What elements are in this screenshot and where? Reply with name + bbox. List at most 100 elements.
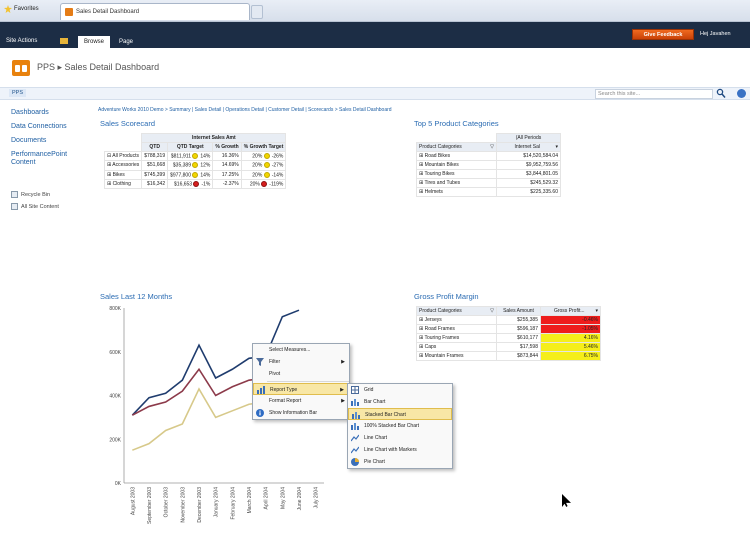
qtd-target-pct: 14% bbox=[200, 171, 211, 178]
gross-profit-value: -0.46% bbox=[540, 315, 601, 325]
browser-tab[interactable]: Sales Detail Dashboard bbox=[60, 3, 250, 20]
table-row[interactable]: ⊞ Accessories $51,668 $35,389 12% 14.69% 20%… bbox=[103, 160, 287, 171]
user-menu[interactable]: Hej Javahen bbox=[700, 31, 731, 37]
grid-chart-icon bbox=[351, 386, 359, 394]
table-row[interactable]: ⊞ Helmets $225,335.60 bbox=[416, 187, 561, 197]
folder-icon[interactable] bbox=[60, 38, 68, 44]
table-row[interactable]: ⊞ Mountain Frames $873,844 6.75% bbox=[416, 351, 601, 361]
sidebar-item-documents[interactable]: Documents bbox=[11, 137, 46, 144]
row-name[interactable]: ⊞ Clothing bbox=[103, 178, 143, 190]
table-row[interactable]: ⊞ Mountain Bikes $9,952,759.56 bbox=[416, 160, 561, 170]
category-name[interactable]: ⊞ Touring Bikes bbox=[416, 169, 497, 179]
context-menu-item[interactable]: Show Information Bar bbox=[253, 407, 349, 419]
tab-page[interactable]: Page bbox=[114, 36, 138, 48]
status-indicator-icon bbox=[192, 171, 199, 178]
growth-value: 17.25% bbox=[212, 169, 242, 181]
report-type-label: Line Chart bbox=[364, 435, 388, 441]
all-site-content-link[interactable]: All Site Content bbox=[11, 203, 59, 210]
sidebar-item-dashboards[interactable]: Dashboards bbox=[11, 109, 49, 116]
growth-value: 14.69% bbox=[212, 160, 242, 171]
table-row[interactable]: ⊞ Jerseys $255,385 -0.46% bbox=[416, 315, 601, 325]
row-name[interactable]: ⊟ All Products bbox=[103, 150, 143, 162]
top5-col-value[interactable]: Internet Sal ▾ bbox=[496, 142, 561, 152]
context-menu-item[interactable]: Pivot bbox=[253, 368, 349, 380]
report-type-item[interactable]: Pie Chart bbox=[348, 456, 452, 468]
gp-col-gross-profit[interactable]: Gross Profit... ▾ bbox=[540, 306, 601, 316]
table-row[interactable]: ⊞ Bikes $745,399 $977,800 14% 17.25% 20% -14… bbox=[103, 169, 287, 181]
info-icon bbox=[256, 409, 264, 417]
tab-browse[interactable]: Browse bbox=[78, 36, 110, 48]
report-type-item[interactable]: Line Chart with Markers bbox=[348, 444, 452, 456]
sidebar-item-data-connections[interactable]: Data Connections bbox=[11, 123, 67, 130]
top5-body: ⊞ Road Bikes $14,520,584.04 ⊞ Mountain Bik… bbox=[416, 151, 561, 197]
category-name[interactable]: ⊞ Jerseys bbox=[416, 315, 497, 325]
new-tab-button[interactable] bbox=[251, 5, 263, 19]
top5-col-value-label: Internet Sal bbox=[514, 144, 541, 150]
table-row[interactable]: ⊞ Tires and Tubes $245,529.32 bbox=[416, 178, 561, 188]
site-actions-menu[interactable]: Site Actions bbox=[6, 38, 37, 44]
report-type-item[interactable]: Bar Chart bbox=[348, 396, 452, 408]
recycle-bin-label: Recycle Bin bbox=[21, 191, 51, 198]
gross-profit-value: -1.05% bbox=[540, 324, 601, 334]
table-row[interactable]: ⊟ All Products $788,319 $811,911 14% 16.36%… bbox=[103, 150, 287, 162]
gp-col-category[interactable]: Product Categories ▽ bbox=[416, 306, 497, 316]
sort-arrow-icon[interactable]: ▾ bbox=[595, 308, 598, 314]
table-row[interactable]: ⊞ Touring Frames $610,177 4.16% bbox=[416, 333, 601, 343]
row-name[interactable]: ⊞ Accessories bbox=[103, 160, 143, 171]
report-type-item[interactable]: Line Chart bbox=[348, 432, 452, 444]
category-name[interactable]: ⊞ Helmets bbox=[416, 187, 497, 197]
row-name[interactable]: ⊞ Bikes bbox=[103, 169, 143, 181]
series-line[interactable] bbox=[132, 387, 266, 451]
category-name[interactable]: ⊞ Road Frames bbox=[416, 324, 497, 334]
context-menu-item[interactable]: Report Type ▶ bbox=[253, 383, 349, 395]
context-menu-item[interactable]: Filter ▶ bbox=[253, 356, 349, 368]
favorites-button[interactable]: Favorites bbox=[4, 5, 39, 13]
top5-col-category[interactable]: Product Categories ▽ bbox=[416, 142, 497, 152]
report-type-item[interactable]: Grid bbox=[348, 384, 452, 396]
context-menu-item[interactable]: Select Measures... bbox=[253, 344, 349, 356]
help-icon[interactable] bbox=[737, 89, 746, 98]
table-row[interactable]: ⊞ Touring Bikes $3,844,801.05 bbox=[416, 169, 561, 179]
report-type-submenu: Grid Bar Chart Stacked Bar Chart 100% Stack… bbox=[347, 383, 453, 469]
report-type-item[interactable]: Stacked Bar Chart bbox=[348, 408, 452, 420]
give-feedback-button[interactable]: Give Feedback bbox=[632, 29, 694, 40]
search-input[interactable]: Search this site... bbox=[595, 89, 713, 99]
topnav-item-pps[interactable]: PPS bbox=[9, 89, 27, 97]
gross-profit-value: 6.75% bbox=[540, 351, 601, 361]
growth-target-cell: 20% -14% bbox=[240, 169, 287, 181]
qtd-value: $51,668 bbox=[141, 160, 169, 171]
all-site-content-label: All Site Content bbox=[21, 203, 59, 210]
table-row[interactable]: ⊞ Caps $17,598 5.46% bbox=[416, 342, 601, 352]
menu-separator bbox=[267, 381, 349, 382]
filter-funnel-icon[interactable]: ▽ bbox=[490, 144, 494, 150]
chart-icon bbox=[257, 386, 265, 394]
context-menu-item[interactable]: Format Report ▶ bbox=[253, 395, 349, 407]
menu-item-label: Show Information Bar bbox=[269, 410, 318, 416]
filter-funnel-icon[interactable]: ▽ bbox=[490, 308, 494, 314]
table-row[interactable]: ⊞ Road Bikes $14,520,584.04 bbox=[416, 151, 561, 161]
breadcrumb[interactable]: Adventure Works 2010 Demo > Summary | Sa… bbox=[98, 107, 392, 113]
category-name[interactable]: ⊞ Caps bbox=[416, 342, 497, 352]
sidebar-item-performancepoint-content[interactable]: PerformancePoint Content bbox=[11, 151, 91, 167]
category-name[interactable]: ⊞ Touring Frames bbox=[416, 333, 497, 343]
category-name[interactable]: ⊞ Mountain Bikes bbox=[416, 160, 497, 170]
table-row[interactable]: ⊞ Road Frames $596,187 -1.05% bbox=[416, 324, 601, 334]
gp-col-sales[interactable]: Sales Amount bbox=[496, 306, 541, 316]
report-type-item[interactable]: 100% Stacked Bar Chart bbox=[348, 420, 452, 432]
top5-title: Top 5 Product Categories bbox=[414, 119, 499, 128]
bar-chart-icon bbox=[351, 398, 359, 406]
line-chart-icon bbox=[350, 434, 360, 442]
growth-target-pct: -27% bbox=[271, 162, 284, 169]
category-value: $225,335.60 bbox=[496, 187, 561, 197]
search-icon[interactable] bbox=[716, 88, 726, 99]
series-line[interactable] bbox=[131, 367, 266, 416]
status-indicator-icon bbox=[193, 180, 200, 187]
category-name[interactable]: ⊞ Road Bikes bbox=[416, 151, 497, 161]
category-name[interactable]: ⊞ Mountain Frames bbox=[416, 351, 497, 361]
table-row[interactable]: ⊞ Clothing $16,342 $16,653 -1% -2.37% 20% -1… bbox=[103, 178, 287, 190]
sort-arrow-icon[interactable]: ▾ bbox=[555, 144, 558, 150]
col-qtd: QTD bbox=[141, 142, 169, 152]
gp-col-gross-profit-label: Gross Profit... bbox=[553, 308, 585, 314]
category-name[interactable]: ⊞ Tires and Tubes bbox=[416, 178, 497, 188]
recycle-bin-link[interactable]: Recycle Bin bbox=[11, 191, 50, 198]
